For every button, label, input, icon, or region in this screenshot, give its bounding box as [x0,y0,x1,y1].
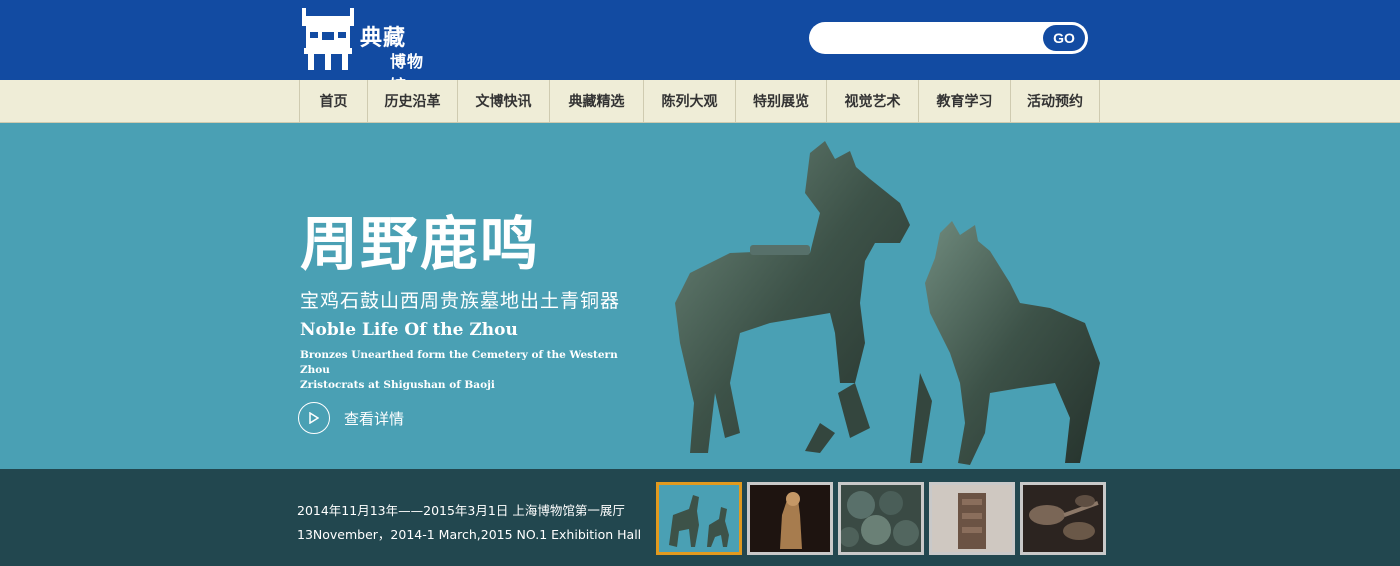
thumbnail-bronze-deer[interactable] [656,482,742,555]
nav-item-exhibits[interactable]: 陈列大观 [644,80,736,122]
play-icon [298,402,330,434]
view-details-button[interactable]: 查看详情 [298,402,404,434]
bronze-deer-image [675,141,1100,465]
nav-item-booking[interactable]: 活动预约 [1011,80,1100,122]
bronze-block-thumb-image [932,485,1012,552]
thumbnail-bronze-coins[interactable] [838,482,924,555]
thumbnail-bronze-spoons[interactable] [1020,482,1106,555]
banner-subtitle: 宝鸡石鼓山西周贵族墓地出土青铜器 [300,290,621,312]
banner-description-line: Zristocrats at Shigushan of Baoji [300,379,495,391]
nav-item-visual-arts[interactable]: 视觉艺术 [827,80,919,122]
hero-banner: 周野鹿鸣 宝鸡石鼓山西周贵族墓地出土青铜器 Noble Life Of the … [0,123,1400,469]
banner-description-en: Bronzes Unearthed form the Cemetery of t… [300,348,640,393]
nav-item-collection[interactable]: 典藏精选 [550,80,644,122]
search-box: GO [809,22,1088,54]
banner-title-en: Noble Life Of the Zhou [300,320,518,340]
nav-item-home[interactable]: 首页 [300,80,368,122]
thumbnail-bronze-block[interactable] [929,482,1015,555]
bronze-coins-thumb-image [841,485,921,552]
exhibition-date-zh: 2014年11月13年——2015年3月1日 上海博物馆第一展厅 [297,503,625,518]
nav-item-education[interactable]: 教育学习 [919,80,1011,122]
thumbnail-list [656,482,1106,555]
nav-item-special[interactable]: 特别展览 [736,80,827,122]
bronze-figure-thumb-image [750,485,830,552]
search-go-button[interactable]: GO [1043,25,1085,51]
exhibition-strip: 2014年11月13年——2015年3月1日 上海博物馆第一展厅 13Novem… [0,469,1400,566]
thumbnail-bronze-figure[interactable] [747,482,833,555]
banner-description-line: Bronzes Unearthed form the Cemetery of t… [300,349,618,376]
banner-title: 周野鹿鸣 [300,210,541,278]
nav-item-history[interactable]: 历史沿革 [368,80,458,122]
view-details-label: 查看详情 [344,409,405,428]
main-nav: 首页 历史沿革 文博快讯 典藏精选 陈列大观 特别展览 视觉艺术 教育学习 活动… [0,80,1400,123]
nav-item-news[interactable]: 文博快讯 [458,80,550,122]
exhibition-date-en: 13November，2014-1 March,2015 NO.1 Exhibi… [297,527,642,542]
site-header: 典藏 博物馆 GO [0,0,1400,95]
ding-vessel-icon [302,8,354,70]
bronze-spoons-thumb-image [1023,485,1103,552]
search-input[interactable] [823,28,1033,48]
bronze-deer-thumb-image [659,485,739,552]
site-logo[interactable]: 典藏 博物馆 [300,6,440,95]
